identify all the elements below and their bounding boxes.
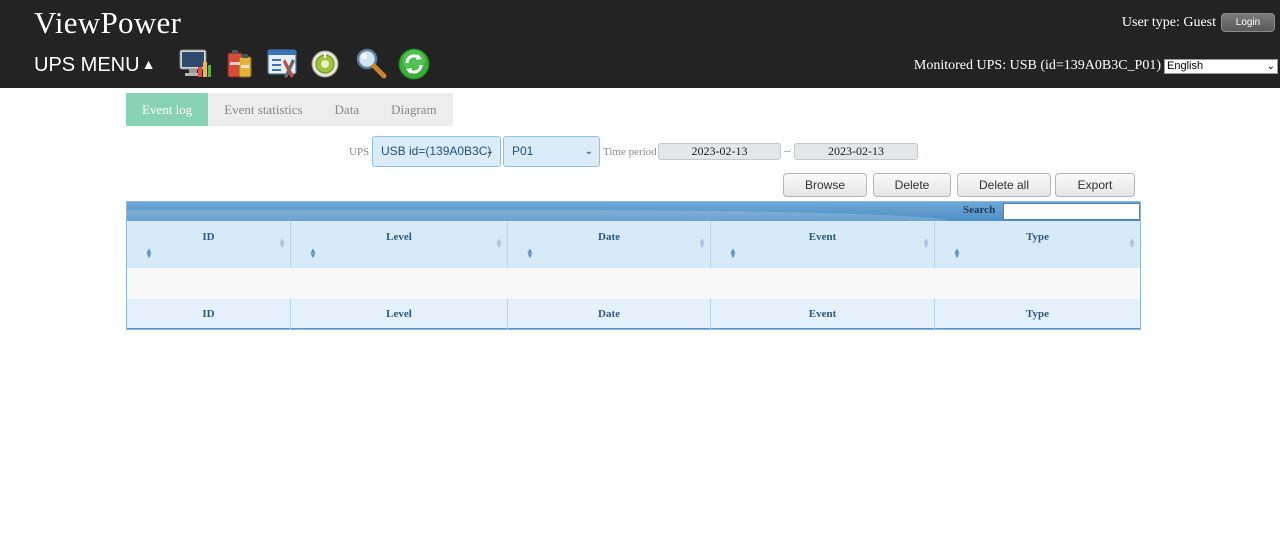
ups-label: UPS [349, 146, 370, 158]
table-toolbar-decoration [127, 210, 947, 221]
column-footer-id: ID [127, 299, 291, 329]
battery-icon[interactable] [222, 47, 256, 81]
ups-select-value: USB id=(139A0B3C) [381, 144, 492, 158]
column-footer-date: Date [508, 299, 711, 329]
chevron-down-icon: ⌄ [1266, 61, 1275, 72]
column-footer-event: Event [711, 299, 935, 329]
table-header: ID ▲ ▼ ▲ ▼ Level ▲ ▼ ▲ ▼ Date ▲ ▼ ▲ ▼ Event ▲ ▼… [127, 221, 1140, 268]
language-selected: English [1167, 60, 1204, 72]
tab-bar: Event log Event statistics Data Diagram [126, 93, 453, 126]
table-toolbar: Search [127, 202, 1140, 221]
port-select-value: P01 [512, 144, 534, 158]
search-input[interactable] [1003, 203, 1140, 220]
column-header-label: Date [598, 231, 620, 243]
sort-icon: ▲ ▼ [1128, 236, 1136, 250]
time-period-label: Time period [603, 146, 657, 158]
date-from-input[interactable]: 2023-02-13 [658, 143, 781, 160]
tab-event-log[interactable]: Event log [126, 93, 209, 126]
browse-button[interactable]: Browse [783, 173, 867, 197]
tab-diagram[interactable]: Diagram [375, 93, 453, 126]
tab-event-statistics[interactable]: Event statistics [208, 93, 319, 126]
sort-icon: ▲ ▼ [953, 246, 961, 260]
column-header-date[interactable]: Date ▲ ▼ ▲ ▼ [508, 221, 711, 268]
column-header-event[interactable]: Event ▲ ▼ ▲ ▼ [711, 221, 935, 268]
search-icon[interactable] [354, 47, 388, 81]
monitored-ups-text: Monitored UPS: USB (id=139A0B3C_P01) [913, 58, 1161, 73]
chevron-down-icon: ⌄ [584, 146, 593, 157]
sort-icon: ▲ ▼ [922, 236, 930, 250]
delete-all-button[interactable]: Delete all [957, 173, 1051, 197]
port-select[interactable]: P01 ⌄ [503, 136, 600, 167]
sort-icon: ▲ ▼ [145, 246, 153, 260]
login-button[interactable]: Login [1221, 13, 1275, 32]
column-header-level[interactable]: Level ▲ ▼ ▲ ▼ [291, 221, 508, 268]
column-header-label: Event [808, 231, 837, 243]
config-icon[interactable] [266, 47, 300, 81]
app-title: ViewPower [34, 5, 182, 40]
date-separator: -- [784, 146, 791, 157]
toolbar [178, 44, 442, 84]
sort-icon: ▲ ▼ [278, 236, 286, 250]
ups-menu-label: UPS MENU [34, 54, 140, 76]
column-header-label: Type [1025, 231, 1050, 243]
ups-menu-toggle[interactable]: UPS MENU ▲ [34, 54, 155, 77]
tab-data[interactable]: Data [318, 93, 376, 126]
triangle-up-icon: ▲ [141, 56, 156, 72]
sort-icon: ▲ ▼ [495, 236, 503, 250]
refresh-icon[interactable] [398, 47, 432, 81]
app-header: ViewPower UPS MENU ▲ User type: Guest Lo… [0, 0, 1280, 88]
language-select[interactable]: English ⌄ [1164, 59, 1278, 74]
sort-icon: ▲ ▼ [526, 246, 534, 260]
table-footer: ID Level Date Event Type [127, 299, 1140, 329]
chevron-down-icon: ⌄ [485, 146, 494, 157]
date-to-input[interactable]: 2023-02-13 [794, 143, 918, 160]
column-header-id[interactable]: ID ▲ ▼ ▲ ▼ [127, 221, 291, 268]
event-log-table: Search ID ▲ ▼ ▲ ▼ Level ▲ ▼ ▲ ▼ Date ▲ ▼ ▲ ▼ E… [126, 201, 1141, 330]
control-icon[interactable] [310, 47, 344, 81]
sort-icon: ▲ ▼ [309, 246, 317, 260]
table-empty-row [127, 268, 1140, 299]
export-button[interactable]: Export [1055, 173, 1135, 197]
sort-icon: ▲ ▼ [698, 236, 706, 250]
column-header-type[interactable]: Type ▲ ▼ ▲ ▼ [935, 221, 1140, 268]
sort-icon: ▲ ▼ [729, 246, 737, 260]
column-header-label: ID [202, 231, 215, 243]
column-header-label: Level [386, 231, 412, 243]
ups-select[interactable]: USB id=(139A0B3C) ⌄ [372, 136, 501, 167]
delete-button[interactable]: Delete [873, 173, 951, 197]
search-label: Search [963, 204, 996, 216]
column-footer-type: Type [1025, 308, 1050, 320]
column-footer-level: Level [291, 299, 508, 329]
user-type-text: User type: Guest [1121, 15, 1216, 30]
monitor-icon[interactable] [178, 47, 212, 81]
